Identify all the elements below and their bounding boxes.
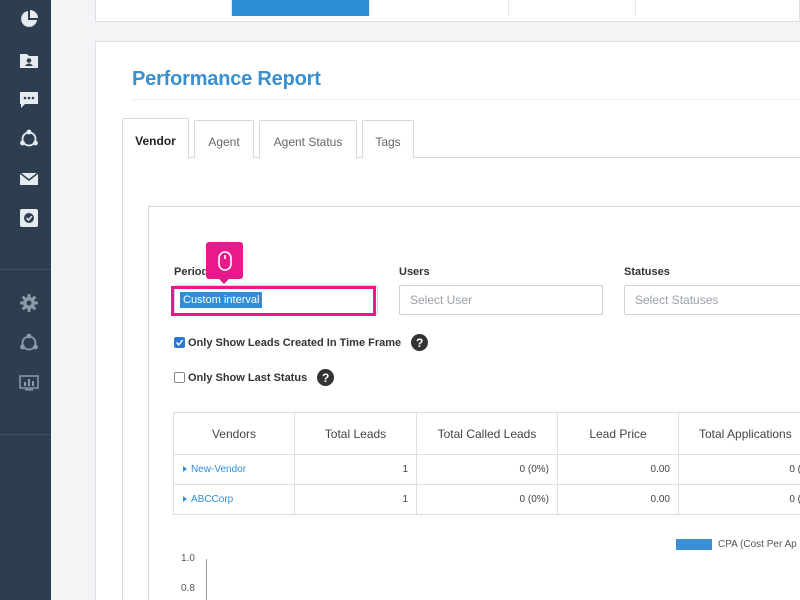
column-header-total-leads[interactable]: Total Leads — [294, 412, 417, 455]
created-in-time-frame-label[interactable]: Only Show Leads Created In Time Frame — [188, 337, 401, 349]
table-header-row: Vendors Total Leads Total Called Leads L… — [173, 412, 800, 455]
mouse-icon — [217, 250, 232, 271]
last-status-label[interactable]: Only Show Last Status — [188, 372, 307, 384]
monitor-chart-icon[interactable] — [18, 372, 40, 394]
contacts-folder-icon[interactable] — [18, 49, 40, 71]
report-card: Performance Report Vendor Agent Agent St… — [95, 41, 800, 600]
top-strip-item[interactable] — [509, 0, 636, 16]
total-leads-cell: 1 — [294, 454, 417, 485]
chat-icon[interactable] — [18, 89, 40, 111]
gear-icon[interactable] — [18, 292, 40, 314]
column-header-total-applications[interactable]: Total Applications — [678, 412, 800, 455]
chart-y-axis — [206, 559, 207, 600]
top-strip-item[interactable] — [636, 0, 796, 16]
mouse-cursor-marker — [206, 242, 243, 279]
statuses-label: Statuses — [624, 266, 670, 278]
created-in-time-frame-option: Only Show Leads Created In Time Frame ? — [174, 334, 429, 351]
created-in-time-frame-checkbox[interactable] — [174, 337, 185, 348]
sidebar — [0, 0, 51, 600]
vendor-name[interactable]: New-Vendor — [191, 464, 246, 475]
vendor-link[interactable]: ABCCorp — [173, 484, 295, 515]
chart-legend: CPA (Cost Per Ap — [676, 539, 797, 550]
title-divider — [132, 99, 800, 100]
share-icon[interactable] — [18, 128, 40, 150]
applications-cell: 0 ( — [678, 484, 800, 515]
users-select[interactable]: Select User — [399, 285, 603, 315]
top-strip-item[interactable] — [370, 0, 509, 16]
statuses-select[interactable]: Select Statuses — [624, 285, 800, 315]
total-called-cell: 0 (0%) — [416, 484, 558, 515]
tab-vendor[interactable]: Vendor — [122, 118, 189, 158]
top-strip-item-active[interactable] — [232, 0, 370, 16]
tab-agent-status[interactable]: Agent Status — [259, 120, 357, 158]
legend-swatch — [676, 539, 712, 550]
sidebar-divider — [0, 269, 51, 270]
vendor-name[interactable]: ABCCorp — [191, 494, 233, 505]
users-label: Users — [399, 266, 430, 278]
table-row: ABCCorp 1 0 (0%) 0.00 0 ( — [173, 484, 800, 515]
last-status-checkbox[interactable] — [174, 372, 185, 383]
sidebar-divider — [0, 434, 51, 435]
vendor-performance-table: Vendors Total Leads Total Called Leads L… — [173, 412, 800, 515]
mouse-cursor-marker-tail — [218, 278, 230, 284]
total-leads-cell: 1 — [294, 484, 417, 515]
column-header-vendors[interactable]: Vendors — [173, 412, 295, 455]
legend-label: CPA (Cost Per Ap — [718, 539, 797, 550]
tab-agent[interactable]: Agent — [194, 120, 254, 158]
statuses-placeholder: Select Statuses — [635, 293, 719, 307]
focus-highlight — [171, 286, 376, 316]
y-tick-label: 1.0 — [181, 553, 195, 564]
y-tick-label: 0.8 — [181, 583, 195, 594]
help-icon[interactable]: ? — [411, 334, 429, 351]
column-header-lead-price[interactable]: Lead Price — [557, 412, 679, 455]
period-label: Period — [174, 266, 209, 278]
total-called-cell: 0 (0%) — [416, 454, 558, 485]
applications-cell: 0 ( — [678, 454, 800, 485]
expand-caret-icon[interactable] — [183, 496, 187, 502]
lead-price-cell: 0.00 — [557, 454, 679, 485]
vendor-link[interactable]: New-Vendor — [173, 454, 295, 485]
checklist-icon[interactable] — [18, 207, 40, 229]
users-placeholder: Select User — [410, 293, 473, 307]
top-strip-item[interactable] — [104, 0, 232, 16]
expand-caret-icon[interactable] — [183, 466, 187, 472]
last-status-option: Only Show Last Status ? — [174, 369, 335, 386]
column-header-total-called-leads[interactable]: Total Called Leads — [416, 412, 558, 455]
share-icon[interactable] — [18, 332, 40, 354]
mail-icon[interactable] — [18, 168, 40, 190]
table-row: New-Vendor 1 0 (0%) 0.00 0 ( — [173, 454, 800, 485]
help-icon[interactable]: ? — [317, 369, 335, 386]
lead-price-cell: 0.00 — [557, 484, 679, 515]
tab-tags[interactable]: Tags — [362, 120, 414, 158]
top-tab-strip — [95, 0, 800, 22]
pie-chart-icon[interactable] — [18, 8, 40, 30]
page-title: Performance Report — [132, 68, 321, 90]
